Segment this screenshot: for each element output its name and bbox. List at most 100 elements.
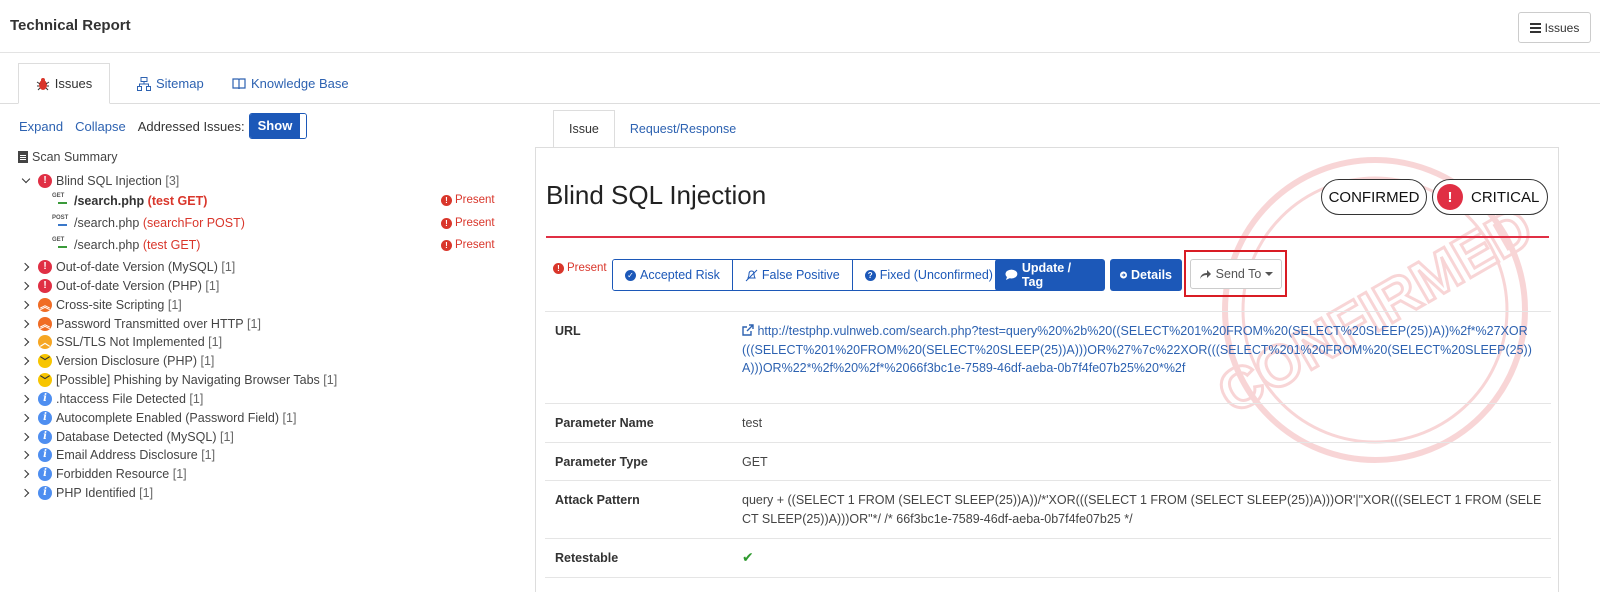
fixed-label: Fixed (Unconfirmed) — [879, 268, 993, 282]
issues-button-label: Issues — [1544, 20, 1580, 35]
url-value[interactable]: http://testphp.vulnweb.com/search.php?te… — [742, 322, 1542, 378]
group-label: Out-of-date Version (MySQL) — [56, 259, 218, 274]
chevron-right-icon[interactable] — [21, 262, 31, 272]
group-label: Password Transmitted over HTTP — [56, 316, 244, 331]
attack-pattern-row: Attack Pattern query + ((SELECT 1 FROM (… — [545, 480, 1551, 538]
tree-group[interactable]: ﹀ Version Disclosure (PHP) [1] — [21, 351, 214, 370]
chevron-right-icon[interactable] — [21, 450, 31, 460]
group-label: Forbidden Resource — [56, 466, 170, 481]
chevron-right-icon[interactable] — [21, 469, 31, 479]
status-badge: ! Present — [441, 239, 495, 251]
group-count: [1] — [219, 429, 234, 444]
expand-link[interactable]: Expand — [19, 119, 63, 134]
tree-group[interactable]: ! Out-of-date Version (PHP) [1] — [21, 276, 219, 295]
tree-group[interactable]: ! Out-of-date Version (MySQL) [1] — [21, 257, 235, 276]
update-tag-button[interactable]: Update / Tag — [995, 259, 1105, 291]
addressed-issues-toggle[interactable]: Show — [248, 113, 308, 139]
critical-icon: ! — [38, 278, 52, 293]
group-count: [3] — [165, 173, 180, 188]
tab-issue[interactable]: Issue — [553, 110, 615, 148]
accepted-risk-button[interactable]: ✓ Accepted Risk — [613, 260, 733, 290]
scan-summary[interactable]: Scan Summary — [18, 147, 117, 166]
tab-sitemap[interactable]: Sitemap — [137, 63, 204, 104]
chevron-right-icon[interactable] — [21, 394, 31, 404]
fixed-unconfirmed-button[interactable]: ? Fixed (Unconfirmed) — [852, 260, 1005, 290]
tab-issues[interactable]: Issues — [18, 63, 110, 104]
collapse-link[interactable]: Collapse — [75, 119, 126, 134]
share-icon — [1199, 269, 1211, 279]
chevron-right-icon[interactable] — [21, 413, 31, 423]
tree-group[interactable]: ︽ Cross-site Scripting [1] — [21, 295, 182, 314]
parameter-name-label: Parameter Name — [555, 416, 654, 430]
info-icon: i — [38, 410, 52, 425]
group-label: [Possible] Phishing by Navigating Browse… — [56, 372, 320, 387]
child-param: (test GET) — [147, 193, 208, 208]
top-bar: Technical Report Issues — [0, 0, 1600, 53]
info-icon: i — [38, 447, 52, 462]
tab-knowledge-base[interactable]: Knowledge Base — [232, 63, 349, 104]
main-tabs: Issues Sitemap Knowledge Base — [0, 63, 1600, 104]
send-to-button[interactable]: Send To — [1190, 259, 1282, 289]
issues-button[interactable]: Issues — [1518, 12, 1591, 43]
false-positive-button[interactable]: False Positive — [732, 260, 853, 290]
group-label: .htaccess File Detected — [56, 391, 186, 406]
status-badge: ! Present — [441, 194, 495, 206]
details-button[interactable]: Details — [1110, 259, 1182, 291]
tree-group[interactable]: i Autocomplete Enabled (Password Field) … — [21, 408, 296, 427]
child-path: /search.php — [74, 215, 140, 230]
details-label: Details — [1131, 268, 1172, 282]
group-count: [1] — [172, 466, 187, 481]
tree-group[interactable]: i PHP Identified [1] — [21, 483, 153, 502]
chevron-down-icon[interactable] — [21, 176, 31, 186]
bell-slash-icon — [745, 269, 758, 281]
external-link-icon — [742, 324, 754, 336]
false-positive-label: False Positive — [761, 268, 840, 282]
child-path: /search.php — [74, 237, 140, 252]
arrow-circle-right-icon — [1120, 271, 1127, 279]
chevron-right-icon[interactable] — [21, 300, 31, 310]
tree-group[interactable]: i Forbidden Resource [1] — [21, 464, 187, 483]
tree-group[interactable]: i Database Detected (MySQL) [1] — [21, 427, 234, 446]
tree-group[interactable]: ︽ Password Transmitted over HTTP [1] — [21, 314, 261, 333]
sitemap-icon — [137, 76, 151, 91]
group-count: [1] — [200, 353, 215, 368]
accepted-risk-label: Accepted Risk — [640, 268, 720, 282]
tab-request-response[interactable]: Request/Response — [615, 110, 751, 148]
severity-badge-label: CRITICAL — [1471, 188, 1540, 206]
chevron-right-icon[interactable] — [21, 281, 31, 291]
chevron-right-icon[interactable] — [21, 488, 31, 498]
tree-child[interactable]: GET /search.php (test GET) — [52, 191, 207, 210]
tree-child[interactable]: POST /search.php (searchFor POST) — [52, 213, 245, 232]
parameter-type-row: Parameter Type GET — [545, 442, 1551, 480]
detail-tabs: Issue Request/Response — [553, 110, 751, 148]
chevron-right-icon[interactable] — [21, 337, 31, 347]
page-title: Technical Report — [10, 17, 131, 34]
group-count: [1] — [247, 316, 261, 331]
tree-child[interactable]: GET /search.php (test GET) — [52, 235, 200, 254]
attack-pattern-value: query + ((SELECT 1 FROM (SELECT SLEEP(25… — [742, 493, 1542, 526]
tree-group[interactable]: ﹀ [Possible] Phishing by Navigating Brow… — [21, 370, 337, 389]
chevron-right-icon[interactable] — [21, 375, 31, 385]
exclamation-icon: ! — [553, 262, 564, 274]
chevron-right-icon[interactable] — [21, 319, 31, 329]
list-icon — [1529, 22, 1541, 33]
tree-group[interactable]: ! Blind SQL Injection [3] — [21, 171, 179, 190]
retestable-label: Retestable — [555, 551, 619, 565]
status-text: Present — [455, 194, 495, 206]
chevron-right-icon[interactable] — [21, 432, 31, 442]
group-count: [1] — [208, 334, 223, 349]
comment-icon — [1005, 269, 1018, 280]
medium-severity-icon: ︿ — [38, 334, 52, 349]
tree-group[interactable]: i .htaccess File Detected [1] — [21, 389, 203, 408]
child-path: /search.php — [74, 193, 145, 208]
tree-group[interactable]: ︿ SSL/TLS Not Implemented [1] — [21, 332, 222, 351]
group-label: Version Disclosure (PHP) — [56, 353, 198, 368]
info-icon: i — [38, 391, 52, 406]
tree-group[interactable]: i Email Address Disclosure [1] — [21, 445, 215, 464]
document-icon — [18, 150, 28, 163]
status-badge: ! Present — [441, 217, 495, 229]
low-severity-icon: ﹀ — [38, 372, 52, 387]
chevron-right-icon[interactable] — [21, 356, 31, 366]
group-label: Blind SQL Injection — [56, 173, 162, 188]
check-circle-icon: ✓ — [625, 269, 636, 281]
